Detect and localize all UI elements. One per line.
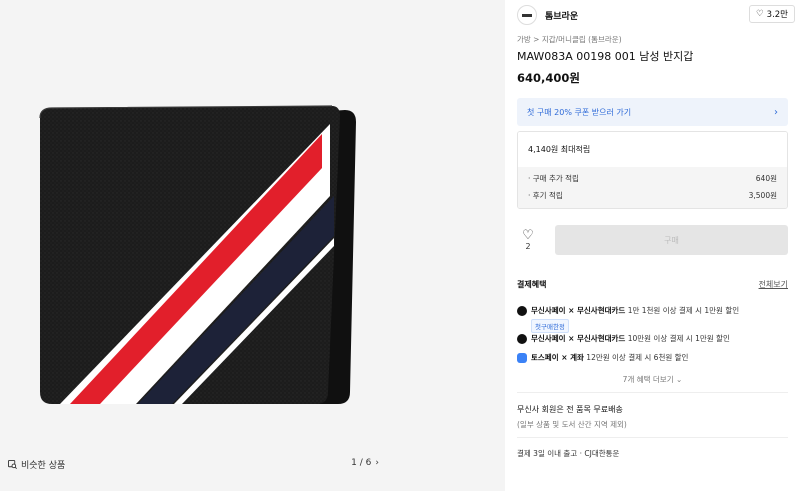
brand-logo[interactable] xyxy=(517,5,537,25)
points-line-value: 3,500원 xyxy=(748,191,777,200)
brand-row: 톰브라운 ♡ 3.2만 xyxy=(517,4,795,26)
coupon-text: 첫 구매 20% 쿠폰 받으러 가기 xyxy=(527,107,632,117)
image-pager[interactable]: 1 / 6 › xyxy=(351,458,379,468)
product-like-button[interactable]: ♡ 2 xyxy=(517,229,539,251)
benefit-item[interactable]: 토스페이 × 계좌 12만원 이상 결제 시 6천원 할인 xyxy=(517,352,688,363)
benefit-brand: 무신사페이 × 무신사현대카드 xyxy=(531,306,626,315)
points-line-label: · 후기 적립 xyxy=(528,191,563,200)
similar-products-button[interactable]: 비슷한 상품 xyxy=(8,458,65,471)
breadcrumb[interactable]: 가방 > 지갑/머니클립 (톰브라운) xyxy=(517,34,622,45)
points-line-label: · 구매 추가 적립 xyxy=(528,174,579,183)
brand-name[interactable]: 톰브라운 xyxy=(545,9,578,22)
product-info-panel: 톰브라운 ♡ 3.2만 가방 > 지갑/머니클립 (톰브라운) MAW083A … xyxy=(505,0,800,491)
free-shipping-note: (일부 상품 및 도서 산간 지역 제외) xyxy=(517,420,627,429)
benefit-item[interactable]: 무신사페이 × 무신사현대카드 10만원 이상 결제 시 1만원 할인 xyxy=(517,333,730,344)
benefit-brand: 토스페이 × 계좌 xyxy=(531,353,584,362)
buy-button[interactable]: 구매 xyxy=(555,225,788,255)
heart-icon: ♡ xyxy=(522,228,534,243)
coupon-banner[interactable]: 첫 구매 20% 쿠폰 받으러 가기 › xyxy=(517,98,788,126)
chevron-down-icon: ⌄ xyxy=(676,375,683,384)
chevron-right-icon: › xyxy=(774,106,778,118)
delivery-info: 결제 3일 이내 출고 · CJ대한통운 xyxy=(517,449,620,458)
search-image-icon xyxy=(8,460,17,469)
benefit-brand: 무신사페이 × 무신사현대카드 xyxy=(531,334,626,343)
free-shipping-title: 무신사 회원은 전 품목 무료배송 xyxy=(517,405,623,414)
similar-products-label: 비슷한 상품 xyxy=(21,461,66,471)
points-line: · 구매 추가 적립 640원 xyxy=(528,173,777,184)
card-icon xyxy=(517,306,527,316)
action-row: ♡ 2 구매 xyxy=(517,224,788,256)
points-line: · 후기 적립 3,500원 xyxy=(528,190,777,201)
pager-text: 1 / 6 xyxy=(351,458,372,468)
benefit-desc: 12만원 이상 결제 시 6천원 할인 xyxy=(586,353,689,362)
payment-benefits: 결제혜택 전체보기 무신사페이 × 무신사현대카드 1만 1천원 이상 결제 시… xyxy=(517,279,788,384)
product-like-count: 2 xyxy=(525,242,531,251)
toss-pay-icon xyxy=(517,353,527,363)
product-title: MAW083A 00198 001 남성 반지갑 xyxy=(517,50,694,63)
more-benefits-button[interactable]: 7개 혜택 더보기 ⌄ xyxy=(517,374,788,385)
heart-icon: ♡ xyxy=(756,9,764,19)
points-line-value: 640원 xyxy=(755,174,777,183)
brand-like-count: 3.2만 xyxy=(766,10,788,20)
benefit-item[interactable]: 무신사페이 × 무신사현대카드 1만 1천원 이상 결제 시 1만원 할인 첫구… xyxy=(517,305,739,333)
product-gallery[interactable]: 비슷한 상품 1 / 6 › xyxy=(0,0,505,491)
benefit-desc: 10만원 이상 결제 시 1만원 할인 xyxy=(627,334,730,343)
more-benefits-label: 7개 혜택 더보기 xyxy=(622,375,674,384)
divider xyxy=(517,392,788,393)
first-purchase-tag: 첫구매한정 xyxy=(531,319,569,333)
benefits-title: 결제혜택 xyxy=(517,280,547,289)
benefit-desc: 1만 1천원 이상 결제 시 1만원 할인 xyxy=(627,306,740,315)
divider xyxy=(517,437,788,438)
brand-like-button[interactable]: ♡ 3.2만 xyxy=(749,5,795,23)
view-all-link[interactable]: 전체보기 xyxy=(759,279,788,290)
points-box: 4,140원 최대적립 · 구매 추가 적립 640원 · 후기 적립 3,50… xyxy=(517,131,788,209)
product-image xyxy=(39,105,356,404)
chevron-right-icon[interactable]: › xyxy=(375,458,379,468)
card-icon xyxy=(517,334,527,344)
points-max: 4,140원 최대적립 xyxy=(518,132,787,167)
product-price: 640,400원 xyxy=(517,71,580,85)
